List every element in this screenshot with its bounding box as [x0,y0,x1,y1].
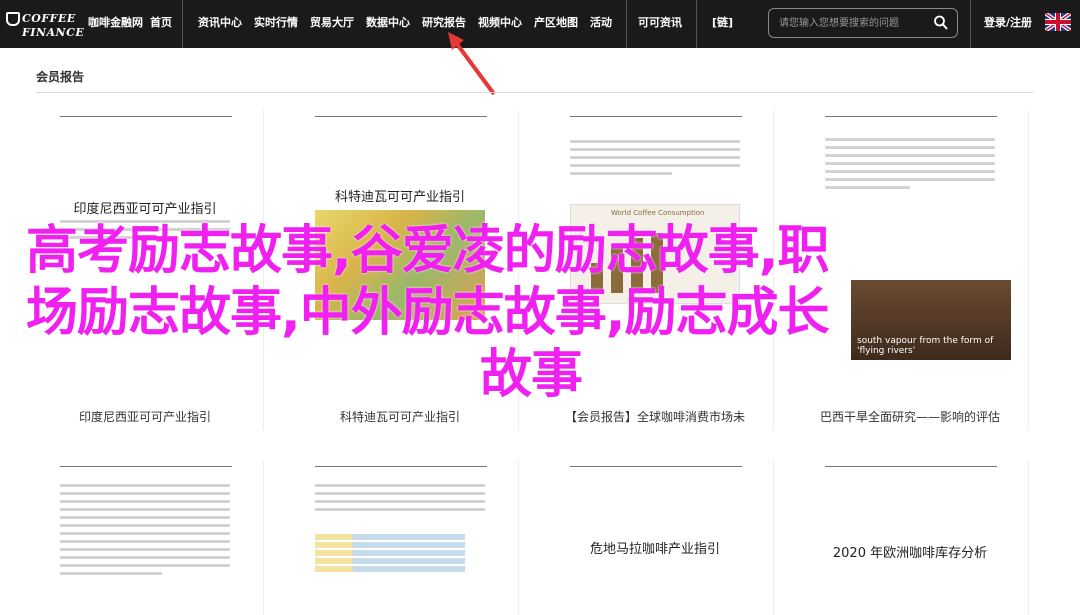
nav-cocoa-news[interactable]: 可可资讯 [638,0,682,48]
document-title: 科特迪瓦可可产业指引 [334,190,465,205]
document-text-lines [60,484,230,580]
report-card[interactable] [26,460,264,615]
document-preview [291,460,509,615]
nav-market-quotes[interactable]: 实时行情 [254,0,298,48]
report-caption[interactable]: 印度尼西亚可可产业指引 [26,408,264,425]
overlay-headline: 高考励志故事,谷爱凌的励志故事,职 场励志故事,中外励志故事,励志成长 故事 [26,220,1036,406]
section-divider [36,92,1034,93]
chart-label: World Coffee Consumption [611,209,705,217]
uk-flag-icon[interactable] [1045,13,1071,31]
nav-origin-map[interactable]: 产区地图 [534,0,578,48]
search-box [768,8,958,38]
top-navigation-bar: COFFEE FINANCE 咖啡金融网 首页 资讯中心 实时行情 贸易大厅 数… [0,0,1080,48]
report-card[interactable]: 危地马拉咖啡产业指引 [536,460,774,615]
coffee-cup-icon [6,12,20,26]
report-card[interactable] [281,460,519,615]
nav-data-center[interactable]: 数据中心 [366,0,410,48]
document-title: 危地马拉咖啡产业指引 [589,542,720,557]
document-preview: 2020 年欧洲咖啡库存分析 [801,460,1019,615]
coffee-finance-logo[interactable]: COFFEE FINANCE [6,8,85,40]
page-header-line [315,466,487,467]
nav-trade-hall[interactable]: 贸易大厅 [310,0,354,48]
nav-chain[interactable]: [链] [712,0,733,48]
document-preview: 危地马拉咖啡产业指引 [546,460,764,615]
overlay-line1: 高考励志故事,谷爱凌的励志故事,职 [26,221,830,281]
report-caption[interactable]: 科特迪瓦可可产业指引 [281,408,519,425]
page-header-line [315,116,487,117]
nav-coffee-finance[interactable]: 咖啡金融网 [88,0,143,48]
document-title: 2020 年欧洲咖啡库存分析 [832,546,988,561]
logo-line1: COFFEE [22,12,76,25]
nav-divider [182,0,183,48]
logo-line2: FINANCE [22,26,85,39]
data-table-image [315,534,465,584]
login-register-link[interactable]: 登录/注册 [984,0,1032,48]
page-header-line [825,116,997,117]
nav-events[interactable]: 活动 [590,0,612,48]
document-title: 印度尼西亚可可产业指引 [73,202,217,217]
report-caption[interactable]: 巴西干旱全面研究——影响的评估 [791,408,1029,425]
nav-divider [696,0,697,48]
page-header-line [570,116,742,117]
overlay-line2: 场励志故事,中外励志故事,励志成长 [26,283,830,343]
page-header-line [825,466,997,467]
nav-divider [626,0,627,48]
annotation-arrow-icon [448,32,496,96]
search-icon[interactable] [933,14,949,32]
report-caption[interactable]: 【会员报告】全球咖啡消费市场未 [536,408,774,425]
overlay-line3: 故事 [479,345,583,405]
page-header-line [60,116,232,117]
document-text-lines [825,138,995,194]
page-header-line [570,466,742,467]
report-card[interactable]: 2020 年欧洲咖啡库存分析 [791,460,1029,615]
document-text-lines [315,484,485,516]
search-input[interactable] [779,15,929,31]
document-text-lines [570,140,740,180]
nav-divider [970,0,971,48]
document-preview [36,460,254,615]
nav-home[interactable]: 首页 [150,0,172,48]
page-header-line [60,466,232,467]
section-title: 会员报告 [36,70,85,84]
nav-news-center[interactable]: 资讯中心 [198,0,242,48]
